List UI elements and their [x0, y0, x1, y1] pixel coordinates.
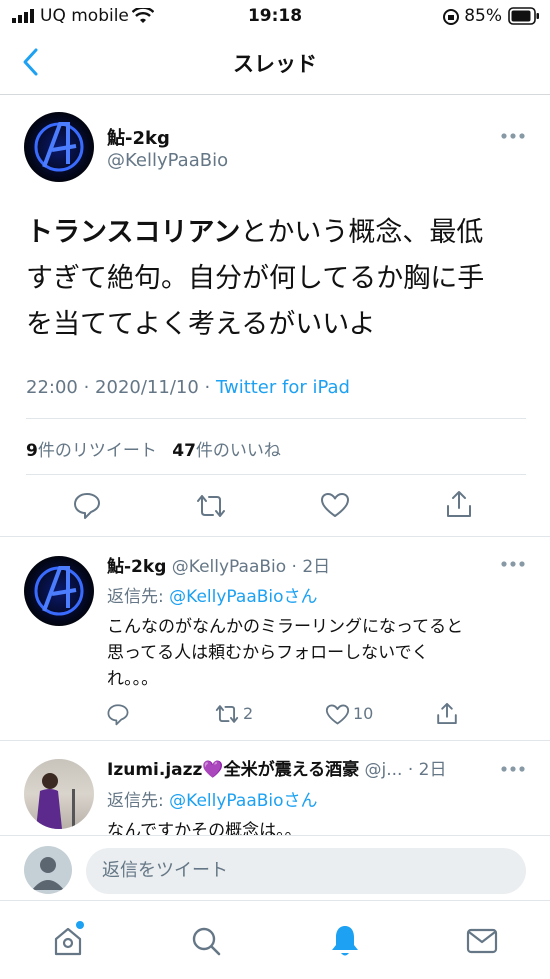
nav-bar: スレッド [0, 32, 550, 95]
divider [26, 418, 526, 419]
notifications-icon[interactable] [329, 923, 361, 959]
reply-icon[interactable] [72, 490, 102, 520]
reply-text-line1: こんなのがなんかのミラーリングになってると [107, 617, 464, 637]
home-icon[interactable] [52, 925, 84, 957]
share-icon[interactable] [435, 701, 459, 726]
messages-icon[interactable] [466, 927, 498, 955]
reply-like-count: 10 [353, 704, 374, 723]
reply-text-line3: れ。。。 [107, 669, 159, 689]
reply-to-handle[interactable]: @KellyPaaBioさん [169, 791, 317, 811]
like-icon[interactable] [320, 491, 350, 519]
reply-compose-input[interactable]: 返信をツイート [86, 848, 526, 894]
tweet-text-bold: トランスコリアン [26, 217, 241, 248]
reply-avatar[interactable] [24, 556, 94, 626]
like-label[interactable]: 件のいいね [196, 441, 281, 461]
orientation-lock-icon [443, 9, 459, 25]
more-options-icon[interactable] [500, 765, 526, 773]
reply-handle: @j... [364, 760, 403, 780]
reply-time: · 2日 [407, 760, 447, 780]
tweet-text-line3: を当ててよく考えるがいいよ [26, 309, 376, 340]
reply-header: Izumi.jazz💜全米が震える酒豪 @j... · 2日 [107, 755, 446, 780]
reply-to-handle[interactable]: @KellyPaaBioさん [169, 587, 317, 607]
tweet-text: トランスコリアンとかいう概念、最低 すぎて絶句。自分が何してるか胸に手 を当てて… [26, 210, 526, 348]
reply-meta: @KellyPaaBio · 2日 [171, 557, 331, 577]
tweet-timestamp: 22:00 · 2020/11/10 · [26, 377, 216, 398]
like-icon[interactable] [325, 703, 350, 726]
reply-to-label: 返信先: [107, 791, 170, 811]
reply-2[interactable]: Izumi.jazz💜全米が震える酒豪 @j... · 2日 返信先: @Kel… [0, 741, 550, 835]
retweet-count[interactable]: 9 [26, 441, 38, 461]
retweet-icon[interactable] [195, 492, 227, 520]
reply-header: 鮎-2kg @KellyPaaBio · 2日 [107, 552, 330, 577]
retweet-label[interactable]: 件のリツイート [38, 441, 157, 461]
tweet-text-line2: すぎて絶句。自分が何してるか胸に手 [26, 263, 485, 294]
status-bar: UQ mobile 19:18 85% [0, 0, 550, 32]
reply-text-line1: なんですかその概念は。。 [107, 821, 302, 835]
reply-author-name[interactable]: 鮎-2kg [107, 557, 166, 577]
home-notification-dot [76, 921, 84, 929]
reply-text: こんなのがなんかのミラーリングになってると 思ってる人は頼むからフォローしないで… [107, 614, 527, 692]
more-options-icon[interactable] [500, 132, 526, 140]
divider [0, 536, 550, 537]
avengers-logo-icon [34, 566, 84, 616]
engagement-stats: 9件のリツイート 47件のいいね [26, 436, 281, 461]
divider [0, 835, 550, 836]
reply-retweet-count: 2 [243, 704, 254, 723]
reply-author-name[interactable]: Izumi.jazz💜全米が震える酒豪 [107, 760, 359, 780]
divider [26, 474, 526, 475]
tweet-source-link[interactable]: Twitter for iPad [216, 377, 350, 398]
author-handle[interactable]: @KellyPaaBio [107, 150, 228, 171]
avengers-logo-icon [34, 122, 84, 172]
page-title: スレッド [233, 52, 317, 76]
reply-to-label: 返信先: [107, 587, 170, 607]
my-avatar[interactable] [24, 846, 72, 894]
search-icon[interactable] [190, 925, 222, 957]
reply-text-line2: 思ってる人は頼むからフォローしないでく [107, 643, 429, 663]
author-name[interactable]: 鮎-2kg [107, 124, 170, 150]
tab-bar [0, 900, 550, 979]
tweet-timestamp-row: 22:00 · 2020/11/10 · Twitter for iPad [26, 377, 350, 398]
reply-to-row: 返信先: @KellyPaaBioさん [107, 582, 318, 607]
person-photo-icon [36, 773, 75, 829]
retweet-icon[interactable] [214, 703, 240, 725]
like-count[interactable]: 47 [172, 441, 196, 461]
battery-icon [508, 7, 539, 25]
reply-avatar[interactable] [24, 759, 94, 829]
default-avatar-icon [32, 857, 64, 890]
more-options-icon[interactable] [500, 560, 526, 568]
reply-icon[interactable] [106, 702, 130, 726]
tweet-text-line1: とかいう概念、最低 [240, 217, 484, 248]
reply-to-row: 返信先: @KellyPaaBioさん [107, 786, 318, 811]
avatar[interactable] [24, 112, 94, 182]
battery-percent: 85% [464, 6, 502, 26]
share-icon[interactable] [444, 489, 474, 519]
